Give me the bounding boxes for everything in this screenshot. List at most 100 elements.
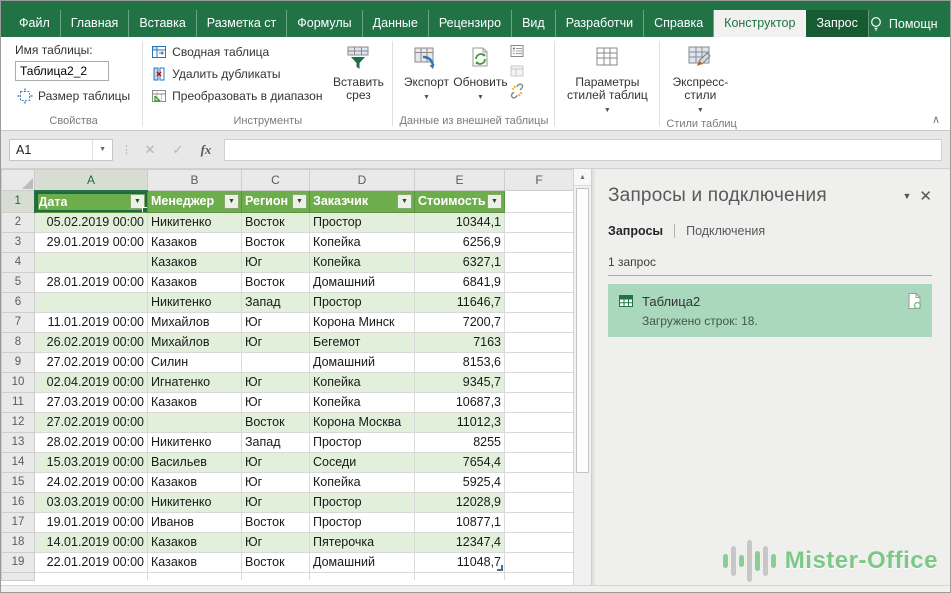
tab-Запрос[interactable]: Запрос (806, 10, 868, 37)
scrollbar-thumb[interactable] (576, 188, 589, 473)
connection-properties-icon[interactable] (509, 43, 525, 59)
cell-A11[interactable]: 27.03.2019 00:00 (35, 392, 148, 412)
tab-Разметка ст[interactable]: Разметка ст (197, 10, 287, 37)
table-header-cell-Стоимость[interactable]: Стоимость▼ (415, 191, 505, 213)
cell-D12[interactable]: Корона Москва (310, 412, 415, 432)
cell-F12[interactable] (505, 412, 574, 432)
table-header-cell-Менеджер[interactable]: Менеджер▼ (148, 191, 242, 213)
cell-B13[interactable]: Никитенко (148, 432, 242, 452)
cell-F11[interactable] (505, 392, 574, 412)
cell-F13[interactable] (505, 432, 574, 452)
cell-C18[interactable]: Юг (242, 532, 310, 552)
cell-E2[interactable]: 10344,1 (415, 212, 505, 232)
row-header-6[interactable]: 6 (2, 292, 35, 312)
cell-C7[interactable]: Юг (242, 312, 310, 332)
insert-function-icon[interactable]: fx (196, 142, 216, 158)
cell-A10[interactable]: 02.04.2019 00:00 (35, 372, 148, 392)
cell-B12[interactable] (148, 412, 242, 432)
export-button[interactable]: Экспорт ▼ (399, 41, 453, 114)
remove-duplicates-button[interactable]: Удалить дубликаты (149, 63, 324, 85)
cell-B19[interactable]: Казаков (148, 552, 242, 572)
formula-input[interactable] (224, 139, 942, 161)
table-style-options-button[interactable]: Параметры стилей таблиц ▼ (561, 41, 653, 126)
cell-F15[interactable] (505, 472, 574, 492)
cell-C8[interactable]: Юг (242, 332, 310, 352)
selection-fill-handle[interactable] (142, 207, 148, 213)
cell-F16[interactable] (505, 492, 574, 512)
cell-B11[interactable]: Казаков (148, 392, 242, 412)
cell-D19[interactable]: Домашний (310, 552, 415, 572)
column-header-D[interactable]: D (310, 170, 415, 191)
cell-D13[interactable]: Простор (310, 432, 415, 452)
cell-E14[interactable]: 7654,4 (415, 452, 505, 472)
cell-D17[interactable]: Простор (310, 512, 415, 532)
resize-table-button[interactable]: Размер таблицы (15, 85, 132, 107)
cell-A15[interactable]: 24.02.2019 00:00 (35, 472, 148, 492)
cell-D3[interactable]: Копейка (310, 232, 415, 252)
tab-connections[interactable]: Подключения (686, 224, 765, 238)
row-header-12[interactable]: 12 (2, 412, 35, 432)
filter-dropdown-icon[interactable]: ▼ (397, 194, 412, 209)
cell-A13[interactable]: 28.02.2019 00:00 (35, 432, 148, 452)
collapse-ribbon-icon[interactable]: ∧ (932, 113, 940, 126)
cell-B4[interactable]: Казаков (148, 252, 242, 272)
cell-C13[interactable]: Запад (242, 432, 310, 452)
cell-D10[interactable]: Копейка (310, 372, 415, 392)
cell-D15[interactable]: Копейка (310, 472, 415, 492)
row-header-11[interactable]: 11 (2, 392, 35, 412)
open-file-properties-icon[interactable] (509, 63, 525, 79)
filter-dropdown-icon[interactable]: ▼ (487, 194, 502, 209)
table-resize-handle[interactable] (497, 565, 503, 571)
cell-E7[interactable]: 7200,7 (415, 312, 505, 332)
cell-B16[interactable]: Никитенко (148, 492, 242, 512)
cell-B17[interactable]: Иванов (148, 512, 242, 532)
cell-F18[interactable] (505, 532, 574, 552)
cell-D4[interactable]: Копейка (310, 252, 415, 272)
tab-Вставка[interactable]: Вставка (129, 10, 196, 37)
cell-D14[interactable]: Соседи (310, 452, 415, 472)
cell-A4[interactable] (35, 252, 148, 272)
cell-F17[interactable] (505, 512, 574, 532)
cell-E10[interactable]: 9345,7 (415, 372, 505, 392)
cell-A2[interactable]: 05.02.2019 00:00 (35, 212, 148, 232)
cell-E4[interactable]: 6327,1 (415, 252, 505, 272)
cell-B8[interactable]: Михайлов (148, 332, 242, 352)
cell-F7[interactable] (505, 312, 574, 332)
panel-close-icon[interactable]: ✕ (919, 185, 932, 205)
cell-C14[interactable]: Юг (242, 452, 310, 472)
refresh-button[interactable]: Обновить ▼ (453, 41, 507, 114)
cell-C11[interactable]: Юг (242, 392, 310, 412)
row-header-9[interactable]: 9 (2, 352, 35, 372)
cell-A9[interactable]: 27.02.2019 00:00 (35, 352, 148, 372)
cell-C10[interactable]: Юг (242, 372, 310, 392)
cell-D2[interactable]: Простор (310, 212, 415, 232)
tab-Конструктор[interactable]: Конструктор (714, 10, 806, 37)
tab-queries[interactable]: Запросы (608, 224, 663, 238)
row-header-15[interactable]: 15 (2, 472, 35, 492)
cell-E16[interactable]: 12028,9 (415, 492, 505, 512)
cell-A7[interactable]: 11.01.2019 00:00 (35, 312, 148, 332)
cell-B9[interactable]: Силин (148, 352, 242, 372)
help-button[interactable]: Помощн (869, 16, 938, 32)
cell-D11[interactable]: Копейка (310, 392, 415, 412)
cell-E5[interactable]: 6841,9 (415, 272, 505, 292)
cell-B5[interactable]: Казаков (148, 272, 242, 292)
row-header-5[interactable]: 5 (2, 272, 35, 292)
row-header-17[interactable]: 17 (2, 512, 35, 532)
cell-F10[interactable] (505, 372, 574, 392)
cell-F19[interactable] (505, 552, 574, 572)
cancel-entry-icon[interactable]: ✕ (140, 142, 160, 158)
column-header-C[interactable]: C (242, 170, 310, 191)
cell-A18[interactable]: 14.01.2019 00:00 (35, 532, 148, 552)
cell-A8[interactable]: 26.02.2019 00:00 (35, 332, 148, 352)
unlink-icon[interactable] (509, 83, 525, 99)
panel-options-icon[interactable]: ▼ (903, 185, 920, 201)
cell-C5[interactable]: Восток (242, 272, 310, 292)
cell-F8[interactable] (505, 332, 574, 352)
cell-B2[interactable]: Никитенко (148, 212, 242, 232)
cell-B6[interactable]: Никитенко (148, 292, 242, 312)
cell-C17[interactable]: Восток (242, 512, 310, 532)
convert-to-range-button[interactable]: Преобразовать в диапазон (149, 85, 324, 107)
cell-C12[interactable]: Восток (242, 412, 310, 432)
table-header-cell-Дата[interactable]: Дата▼ (35, 191, 148, 213)
